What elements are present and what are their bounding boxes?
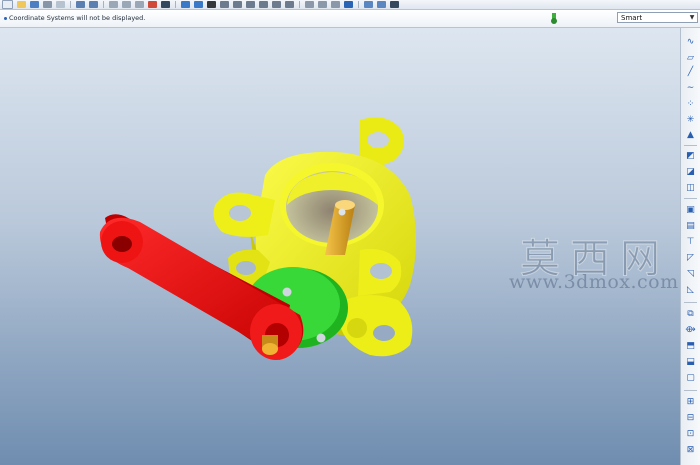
selection-filter-dropdown[interactable]: Smart ▼ <box>617 12 698 23</box>
toolbar-separator <box>299 1 300 8</box>
curve-icon[interactable]: ∼ <box>685 82 696 93</box>
trim-icon[interactable]: ⬓ <box>685 356 696 367</box>
right-toolbar: ∿ ▱ ╱ ∼ ⁘ ✳ ▲ ◩ ◪ ◫ ▣ ▤ ⊤ ◸ ◹ ◺ ⧉ ⟴ ⬒ ⬓ … <box>680 28 700 465</box>
viewport-edge <box>0 28 5 465</box>
csys-icon[interactable]: ✳ <box>685 114 696 125</box>
transform-icon[interactable]: ⊡ <box>685 428 696 439</box>
redo-icon[interactable] <box>89 1 98 8</box>
toolbar-separator <box>103 1 104 8</box>
top-toolbar <box>0 0 700 10</box>
display-style-icon[interactable] <box>331 1 340 8</box>
undo-icon[interactable] <box>76 1 85 8</box>
orient-icon[interactable] <box>272 1 281 8</box>
new-icon[interactable] <box>2 0 13 9</box>
chamfer-icon[interactable]: ⊤ <box>685 236 696 247</box>
toolbar-separator <box>70 1 71 8</box>
message-text: Coordinate Systems will not be displayed… <box>9 14 146 22</box>
analysis-tool-icon[interactable] <box>377 1 386 8</box>
offset-icon[interactable]: ▢ <box>685 372 696 383</box>
rib-icon[interactable]: ◺ <box>685 284 696 295</box>
cut-icon[interactable] <box>109 1 118 8</box>
refit-icon[interactable] <box>259 1 268 8</box>
copy-icon[interactable] <box>122 1 131 8</box>
print-icon[interactable] <box>43 1 52 8</box>
sketch-icon[interactable]: ∿ <box>685 36 696 47</box>
toolbar-separator <box>684 145 697 146</box>
zoom-in-icon[interactable] <box>233 1 242 8</box>
open-icon[interactable] <box>17 1 26 8</box>
paste-icon[interactable] <box>135 1 144 8</box>
datum-planes-icon[interactable] <box>181 1 190 8</box>
draft-icon[interactable]: ◸ <box>685 252 696 263</box>
help-icon[interactable] <box>390 1 399 8</box>
toolbar-separator <box>684 302 697 303</box>
status-light-icon[interactable] <box>549 12 559 25</box>
view-manager-icon[interactable] <box>305 1 314 8</box>
merge-icon[interactable]: ⬒ <box>685 340 696 351</box>
shell-icon[interactable]: ◹ <box>685 268 696 279</box>
revolve-icon[interactable]: ◪ <box>685 166 696 177</box>
toolbar-separator <box>175 1 176 8</box>
housing-lug <box>213 192 275 237</box>
toolbar-separator <box>684 390 697 391</box>
window-icon[interactable] <box>161 1 170 8</box>
housing-lug <box>340 295 413 357</box>
toolbar-separator <box>358 1 359 8</box>
model-viewport[interactable]: 莫西网 www.3dmox.com <box>0 28 680 465</box>
extrude-icon[interactable]: ◩ <box>685 150 696 161</box>
save-icon[interactable] <box>30 1 39 8</box>
shading-icon[interactable] <box>344 1 353 8</box>
email-icon[interactable] <box>56 1 65 8</box>
plane-icon[interactable]: ▱ <box>685 52 696 63</box>
csys-icon[interactable] <box>220 1 229 8</box>
analysis-icon[interactable]: ▲ <box>685 129 696 140</box>
lever-pin <box>262 335 278 355</box>
toolbar-separator <box>684 198 697 199</box>
point-icon[interactable]: ⁘ <box>685 98 696 109</box>
datum-axes-icon[interactable] <box>194 1 203 8</box>
warp-icon[interactable]: ⊠ <box>685 444 696 455</box>
round-icon[interactable]: ▤ <box>685 220 696 231</box>
thicken-icon[interactable]: ⊞ <box>685 396 696 407</box>
watermark-url: www.3dmox.com <box>509 271 679 293</box>
regenerate-icon[interactable] <box>148 1 157 8</box>
sweep-icon[interactable]: ◫ <box>685 182 696 193</box>
pattern-icon[interactable]: ⧉ <box>685 308 696 319</box>
axis-icon[interactable]: ╱ <box>685 66 696 77</box>
sketch-tool-icon[interactable] <box>364 1 373 8</box>
zoom-out-icon[interactable] <box>246 1 255 8</box>
selection-filter-value: Smart <box>621 14 643 22</box>
datum-points-icon[interactable] <box>207 1 216 8</box>
message-bar: Coordinate Systems will not be displayed… <box>0 10 700 28</box>
mirror-icon[interactable]: ⟴ <box>685 324 696 335</box>
layers-icon[interactable] <box>318 1 327 8</box>
repaint-icon[interactable] <box>285 1 294 8</box>
info-bullet-icon <box>4 17 7 20</box>
solidify-icon[interactable]: ⊟ <box>685 412 696 423</box>
chevron-down-icon: ▼ <box>689 14 695 21</box>
hole-icon[interactable]: ▣ <box>685 204 696 215</box>
